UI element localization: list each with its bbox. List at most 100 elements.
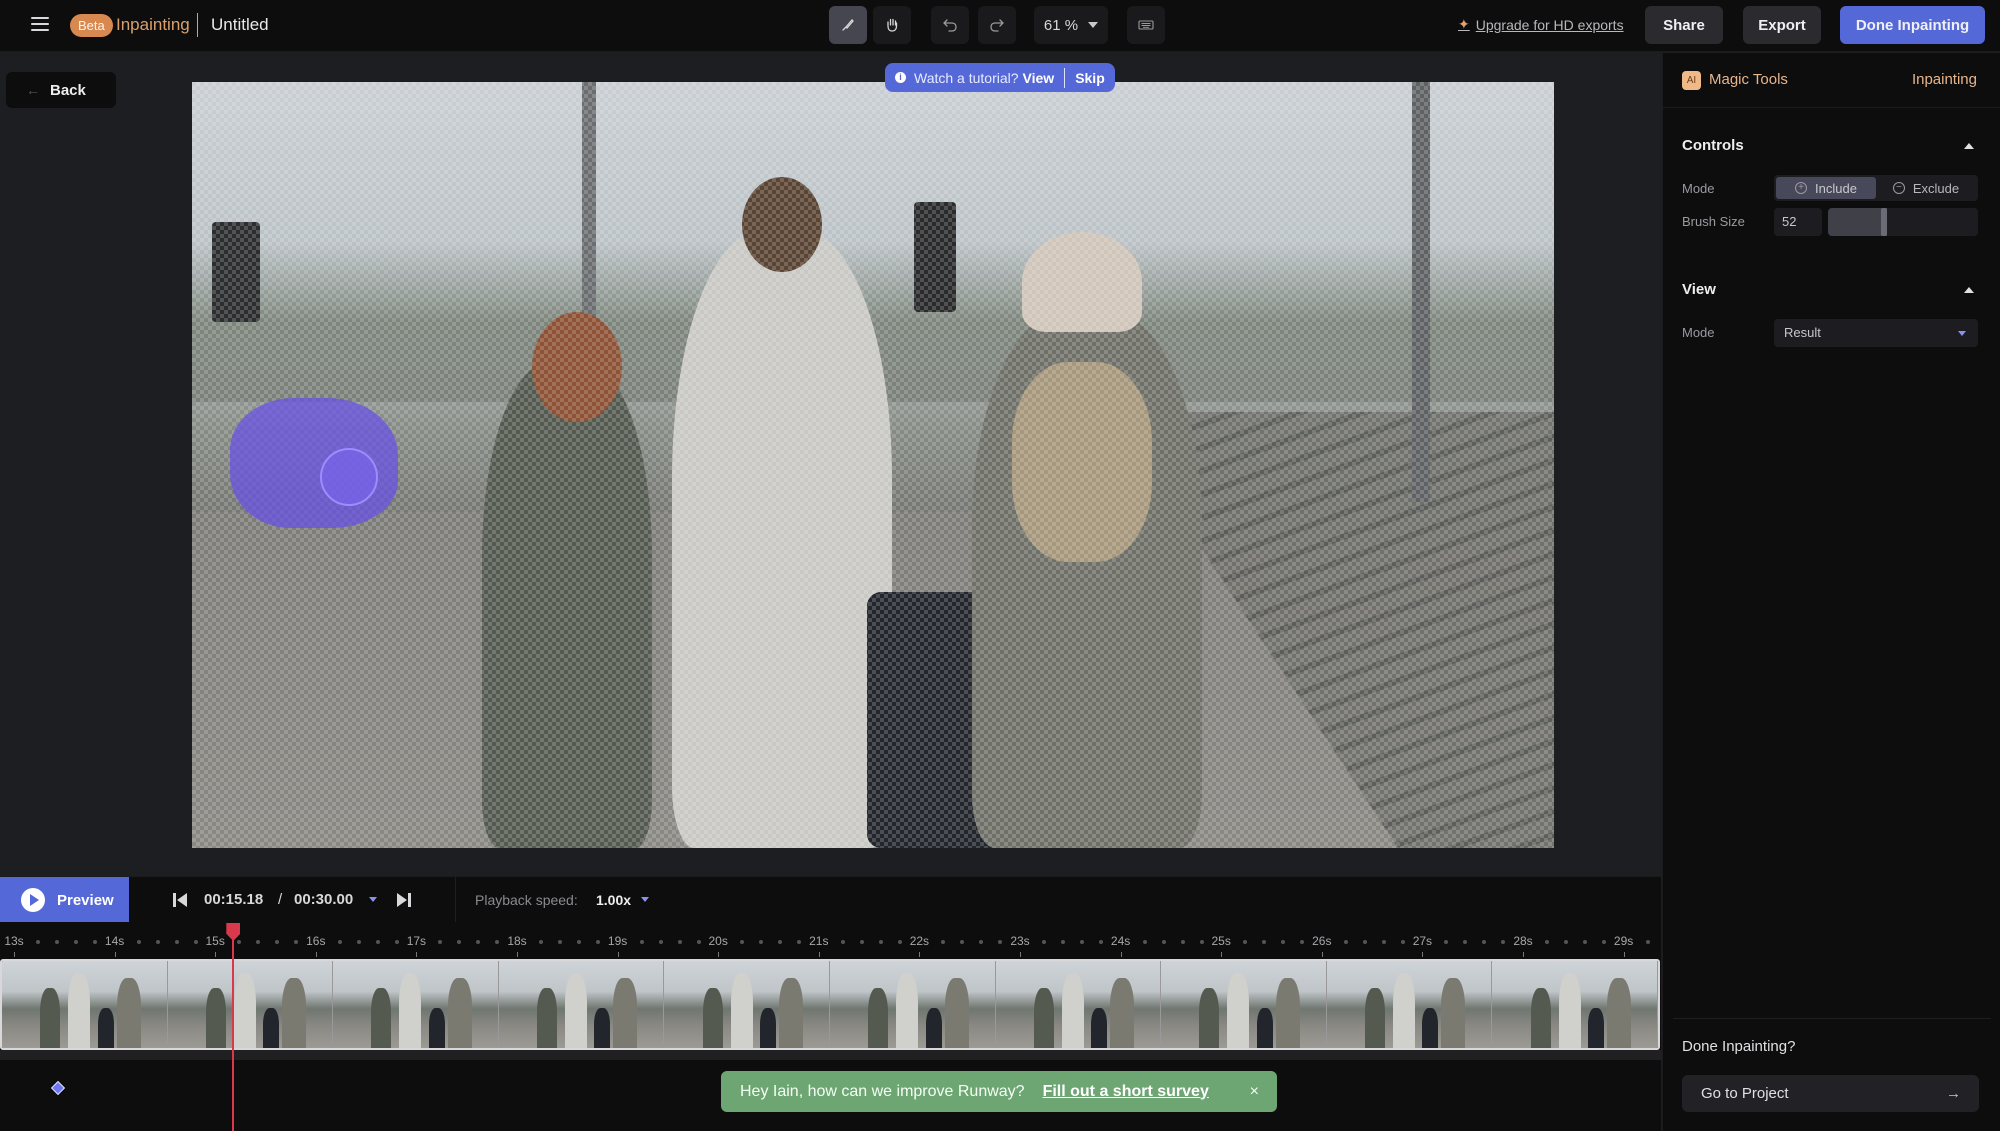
menu-icon[interactable] <box>31 17 49 33</box>
timeline-subtick-dot <box>1501 940 1506 944</box>
brush-tool-button[interactable] <box>829 6 867 44</box>
view-mode-dropdown[interactable]: Result <box>1774 319 1978 347</box>
zoom-level-value: 61 % <box>1043 16 1079 34</box>
timeline-subtick-dot <box>1645 940 1650 944</box>
filmstrip-figure <box>447 978 472 1048</box>
playback-speed-label: Playback speed: <box>475 892 578 908</box>
timeline-subtick-dot <box>897 940 902 944</box>
timeline-subtick-dot <box>155 940 160 944</box>
filmstrip-figure <box>1091 1008 1108 1048</box>
timeline-subtick-dot <box>1463 940 1468 944</box>
done-inpainting-prompt: Done Inpainting? <box>1682 1038 1796 1055</box>
filmstrip-figure <box>428 1008 445 1048</box>
timeline-subtick-dot <box>1243 940 1248 944</box>
timeline-tick-label: 14s <box>104 934 125 948</box>
timeline-tick-mark <box>919 952 921 957</box>
export-button[interactable]: Export <box>1743 6 1821 44</box>
brush-size-slider[interactable] <box>1828 208 1978 236</box>
share-button[interactable]: Share <box>1645 6 1723 44</box>
timeline-tick-label: 19s <box>607 934 628 948</box>
timeline-subtick-dot <box>878 940 883 944</box>
chevron-down-icon[interactable] <box>369 897 377 902</box>
video-canvas[interactable] <box>192 82 1554 848</box>
timeline-tick-label: 13s <box>4 934 24 948</box>
close-icon[interactable]: × <box>1250 1083 1259 1101</box>
brush-size-input[interactable] <box>1774 208 1822 236</box>
filmstrip-frame <box>167 961 334 1048</box>
timeline-tick-label: 25s <box>1211 934 1231 948</box>
undo-button[interactable] <box>931 6 969 44</box>
keyframe-marker[interactable] <box>50 1080 66 1096</box>
view-mode-value: Result <box>1784 325 1821 340</box>
time-separator: / <box>278 891 283 908</box>
survey-toast: Hey Iain, how can we improve Runway? Fil… <box>721 1071 1277 1112</box>
skip-to-start-icon[interactable] <box>172 891 188 909</box>
timeline-subtick-dot <box>1262 940 1267 944</box>
keyboard-shortcuts-button[interactable] <box>1127 6 1165 44</box>
timeline-tick-mark <box>517 952 518 957</box>
skip-to-end-icon[interactable] <box>396 891 412 909</box>
timeline-tick-label: 20s <box>708 934 728 948</box>
back-button-label: Back <box>50 81 86 99</box>
timeline-subtick-dot <box>55 940 59 944</box>
arrow-left-icon: ← <box>26 82 40 98</box>
filmstrip-figure <box>116 978 141 1048</box>
panel-divider <box>1673 1018 1991 1019</box>
controls-section-heading[interactable]: Controls <box>1682 137 1744 154</box>
zoom-level-dropdown[interactable]: 61 % <box>1034 6 1108 44</box>
video-track-filmstrip[interactable] <box>0 959 1660 1050</box>
timeline-subtick-dot <box>740 940 745 944</box>
preview-button[interactable]: Preview <box>0 877 129 923</box>
tutorial-view-link[interactable]: View <box>1023 70 1055 86</box>
hand-icon <box>887 18 898 32</box>
filmstrip-figure <box>399 973 422 1048</box>
slider-fill <box>1828 208 1887 236</box>
timeline-tick-label: 21s <box>809 934 829 948</box>
survey-link[interactable]: Fill out a short survey <box>1043 1083 1209 1101</box>
include-option[interactable]: + Include <box>1776 177 1876 199</box>
timeline-tick-label: 15s <box>205 934 225 948</box>
filmstrip-figure <box>1441 978 1466 1048</box>
timeline-subtick-dot <box>778 940 783 944</box>
sparkle-icon: ✦ <box>1458 16 1470 32</box>
upgrade-link[interactable]: ✦ Upgrade for HD exports <box>1458 16 1624 33</box>
chevron-down-icon[interactable] <box>641 897 649 902</box>
redo-button[interactable] <box>978 6 1016 44</box>
view-section-heading[interactable]: View <box>1682 281 1716 298</box>
document-title[interactable]: Untitled <box>211 14 269 36</box>
filmstrip-figure <box>1558 973 1581 1048</box>
filmstrip-figure <box>1033 988 1054 1048</box>
hand-tool-button[interactable] <box>873 6 911 44</box>
chevron-up-icon[interactable] <box>1964 287 1974 293</box>
slider-thumb[interactable] <box>1880 208 1887 236</box>
timeline-tick-mark <box>416 952 418 957</box>
tutorial-skip-link[interactable]: Skip <box>1075 70 1105 86</box>
back-button[interactable]: ← Back <box>6 72 116 108</box>
filmstrip-figure <box>1227 973 1250 1048</box>
timeline-subtick-dot <box>136 940 141 944</box>
filmstrip-frame <box>995 961 1162 1048</box>
ai-icon: AI <box>1682 71 1701 90</box>
timeline-subtick-dot <box>174 940 179 944</box>
timeline-subtick-dot <box>960 940 965 944</box>
timeline-tick-label: 16s <box>306 934 326 948</box>
timeline-ruler[interactable]: 13s 14s 15s 16s 17s 18s 19s 20s 21s 22s 23s 24s 25s 2… <box>0 922 1661 959</box>
playback-speed-dropdown[interactable]: 1.00x <box>596 892 631 908</box>
exclude-option[interactable]: − Exclude <box>1876 177 1976 199</box>
chevron-down-icon <box>1088 22 1099 28</box>
timeline-subtick-dot <box>677 940 682 944</box>
timeline-subtick-dot <box>1042 940 1046 944</box>
timeline-subtick-dot <box>840 940 845 944</box>
filmstrip-frame <box>2 961 168 1048</box>
timeline-subtick-dot <box>275 940 280 944</box>
done-inpainting-button[interactable]: Done Inpainting <box>1840 6 1985 44</box>
brush-icon <box>842 19 854 31</box>
timeline-subtick-dot <box>1343 940 1348 944</box>
filmstrip-figure <box>97 1008 114 1048</box>
timeline-tick-mark <box>1020 952 1021 957</box>
playhead-line <box>232 938 235 1131</box>
chevron-down-icon <box>1958 331 1966 336</box>
go-to-project-button[interactable]: Go to Project → <box>1682 1075 1979 1112</box>
timeline-tick-label: 26s <box>1312 934 1332 948</box>
chevron-up-icon[interactable] <box>1964 143 1974 149</box>
